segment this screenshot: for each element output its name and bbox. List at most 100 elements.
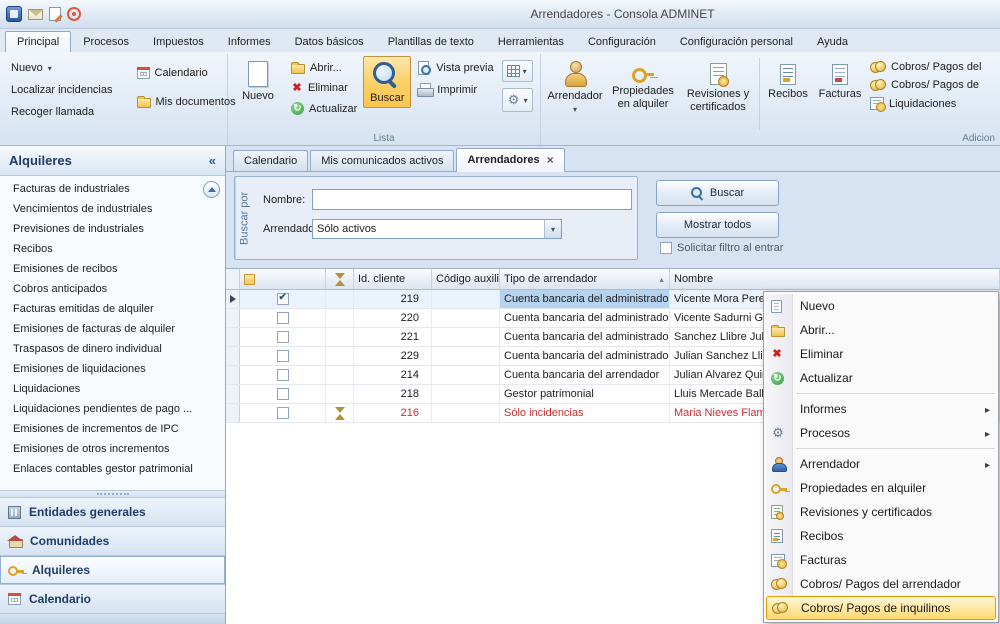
cobros-pagos-del-button[interactable]: Cobros/ Pagos del (867, 58, 997, 76)
menu-item-abrir[interactable]: Abrir... (764, 318, 998, 342)
close-tab-icon[interactable] (547, 153, 554, 167)
combo-dropdown-button[interactable] (544, 220, 561, 238)
menu-item-recibos[interactable]: Recibos (764, 524, 998, 548)
revisiones-certificados-button[interactable]: Revisiones y certificados (680, 56, 756, 116)
sidebar-item[interactable]: Liquidaciones pendientes de pago ... (0, 399, 225, 419)
solicitar-filtro-checkbox[interactable] (660, 242, 672, 254)
row-checkbox-cell[interactable] (240, 366, 326, 384)
ribbon-tab-informes[interactable]: Informes (216, 31, 283, 52)
menu-item-arrendador[interactable]: Arrendador (764, 452, 998, 476)
localizar-incidencias-button[interactable]: Localizar incidencias (5, 81, 119, 99)
cell-id[interactable]: 221 (354, 328, 432, 346)
menu-item-procesos[interactable]: Procesos (764, 421, 998, 445)
cell-codigo[interactable] (432, 290, 500, 308)
doc-tab-calendario[interactable]: Calendario (233, 150, 308, 171)
cell-tipo[interactable]: Cuenta bancaria del administrador (500, 347, 670, 365)
nuevo-button[interactable]: Nuevo (231, 56, 285, 106)
liquidaciones-button[interactable]: Liquidaciones (867, 94, 997, 113)
cell-codigo[interactable] (432, 309, 500, 327)
edit-document-icon[interactable] (49, 7, 61, 21)
col-header-nombre[interactable]: Nombre (670, 269, 1000, 289)
row-checkbox[interactable] (277, 312, 289, 324)
app-icon[interactable] (6, 6, 22, 22)
ribbon-tab-datos-basicos[interactable]: Datos básicos (283, 31, 376, 52)
cell-tipo[interactable]: Sólo incidencias (500, 404, 670, 422)
doc-tab-mis-comunicados[interactable]: Mis comunicados activos (310, 150, 454, 171)
cell-codigo[interactable] (432, 347, 500, 365)
mis-documentos-button[interactable]: Mis documentos (131, 92, 242, 111)
ribbon-tab-ayuda[interactable]: Ayuda (805, 31, 860, 52)
select-all-checkbox[interactable] (244, 274, 255, 285)
cell-codigo[interactable] (432, 366, 500, 384)
sidebar-item[interactable]: Cobros anticipados (0, 279, 225, 299)
cell-id[interactable]: 229 (354, 347, 432, 365)
propiedades-en-alquiler-button[interactable]: Propiedades en alquiler (606, 56, 680, 113)
cell-tipo[interactable]: Cuenta bancaria del arrendador (500, 366, 670, 384)
buscar-filter-button[interactable]: Buscar (656, 180, 779, 206)
recoger-llamada-button[interactable]: Recoger llamada (5, 103, 119, 121)
row-checkbox-cell[interactable] (240, 347, 326, 365)
buscar-button[interactable]: Buscar (363, 56, 411, 108)
col-header-codigo-auxiliar[interactable]: Código auxiliar (432, 269, 500, 289)
menu-item-cobros-inquilinos[interactable]: Cobros/ Pagos de inquilinos (766, 596, 996, 620)
cell-tipo[interactable]: Cuenta bancaria del administrador (500, 309, 670, 327)
recibos-button[interactable]: Recibos (763, 56, 813, 104)
mail-icon[interactable] (28, 9, 43, 20)
imprimir-button[interactable]: Imprimir (411, 80, 499, 99)
ribbon-tab-configuracion[interactable]: Configuración (576, 31, 668, 52)
sidebar-item[interactable]: Emisiones de liquidaciones (0, 359, 225, 379)
row-checkbox[interactable] (277, 331, 289, 343)
sidebar-item[interactable]: Vencimientos de industriales (0, 199, 225, 219)
sidebar-item[interactable]: Enlaces contables gestor patrimonial (0, 459, 225, 479)
cell-tipo[interactable]: Cuenta bancaria del administrador (500, 328, 670, 346)
sidebar-item[interactable]: Emisiones de incrementos de IPC (0, 419, 225, 439)
nuevo-menu-button[interactable]: Nuevo (5, 59, 119, 77)
sidebar-item[interactable]: Traspasos de dinero individual (0, 339, 225, 359)
sidebar-section-comunidades[interactable]: Comunidades (0, 526, 225, 555)
abrir-button[interactable]: Abrir... (285, 58, 363, 77)
vista-previa-button[interactable]: Vista previa (411, 58, 499, 78)
row-checkbox-cell[interactable] (240, 309, 326, 327)
table-view-dropdown-button[interactable] (502, 60, 533, 82)
arrendador-button[interactable]: Arrendador (544, 56, 606, 118)
arrendadores-select[interactable]: Sólo activos (312, 219, 562, 239)
sidebar-item[interactable]: Emisiones de recibos (0, 259, 225, 279)
actualizar-button[interactable]: Actualizar (285, 99, 363, 118)
sidebar-item[interactable]: Emisiones de otros incrementos (0, 439, 225, 459)
col-header-tipo-arrendador[interactable]: Tipo de arrendador (500, 269, 670, 289)
sidebar-section-entidades[interactable]: Entidades generales (0, 497, 225, 526)
menu-item-nuevo[interactable]: Nuevo (764, 294, 998, 318)
cell-codigo[interactable] (432, 328, 500, 346)
menu-item-propiedades[interactable]: Propiedades en alquiler (764, 476, 998, 500)
scroll-up-button[interactable] (203, 181, 220, 198)
eliminar-button[interactable]: Eliminar (285, 79, 363, 97)
row-checkbox-cell[interactable] (240, 385, 326, 403)
row-checkbox-cell[interactable] (240, 290, 326, 308)
row-checkbox-cell[interactable] (240, 404, 326, 422)
incidences-column-header[interactable] (326, 269, 354, 289)
cell-id[interactable]: 216 (354, 404, 432, 422)
cobros-pagos-de-button[interactable]: Cobros/ Pagos de (867, 76, 997, 94)
settings-dropdown-button[interactable] (502, 88, 533, 112)
select-all-header[interactable] (240, 269, 326, 289)
cell-tipo[interactable]: Gestor patrimonial (500, 385, 670, 403)
mostrar-todos-button[interactable]: Mostrar todos (656, 212, 779, 238)
col-header-id-cliente[interactable]: Id. cliente (354, 269, 432, 289)
cell-id[interactable]: 220 (354, 309, 432, 327)
row-checkbox[interactable] (277, 350, 289, 362)
ribbon-tab-configuracion-personal[interactable]: Configuración personal (668, 31, 805, 52)
ribbon-tab-procesos[interactable]: Procesos (71, 31, 141, 52)
ribbon-tab-herramientas[interactable]: Herramientas (486, 31, 576, 52)
doc-tab-arrendadores[interactable]: Arrendadores (456, 148, 564, 172)
cell-tipo[interactable]: Cuenta bancaria del administrador (500, 290, 670, 308)
cell-codigo[interactable] (432, 385, 500, 403)
ribbon-tab-principal[interactable]: Principal (5, 31, 71, 52)
sidebar-section-alquileres[interactable]: Alquileres (0, 555, 225, 584)
sidebar-item[interactable]: Previsiones de industriales (0, 219, 225, 239)
row-checkbox[interactable] (277, 293, 289, 305)
sidebar-section-calendario[interactable]: Calendario (0, 584, 225, 613)
nombre-input[interactable] (312, 189, 632, 210)
ribbon-tab-plantillas[interactable]: Plantillas de texto (376, 31, 486, 52)
row-checkbox[interactable] (277, 388, 289, 400)
cell-id[interactable]: 218 (354, 385, 432, 403)
